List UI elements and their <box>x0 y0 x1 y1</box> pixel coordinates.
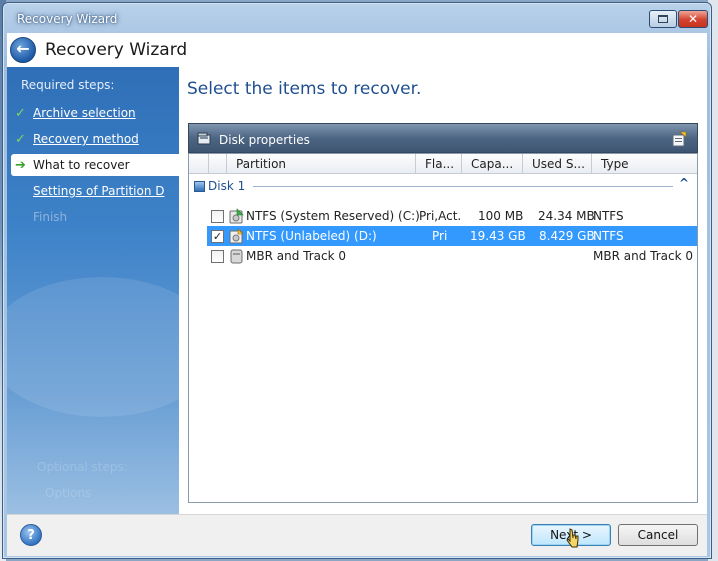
recovery-wizard-window: Recovery Wizard ✕ ← Recovery Wizard Requ… <box>2 2 712 559</box>
cell-type: NTFS <box>593 229 624 243</box>
window-title: Recovery Wizard <box>17 12 118 26</box>
mouse-cursor-icon <box>566 528 579 548</box>
disk-track-icon <box>230 249 243 264</box>
row-checkbox[interactable] <box>211 250 224 263</box>
partition-row[interactable]: MBR and Track 0 MBR and Track 0 <box>207 246 697 266</box>
column-type[interactable]: Type <box>592 154 697 174</box>
collapse-chevron-icon[interactable]: ^ <box>679 176 689 190</box>
required-steps-label: Required steps: <box>21 78 115 92</box>
wizard-header: ← Recovery Wizard <box>7 33 707 67</box>
column-used-space[interactable]: Used S... <box>523 154 592 174</box>
green-check-icon: ✓ <box>15 132 26 147</box>
cancel-button-label: Cancel <box>637 528 679 542</box>
step-finish: Finish <box>7 206 179 228</box>
cell-capacity: 19.43 GB <box>470 229 526 243</box>
options-label: Options <box>45 486 92 500</box>
cell-flags: Pri,Act. <box>419 209 462 223</box>
cell-used-space: 24.34 MB <box>538 209 595 223</box>
row-checkbox[interactable] <box>211 210 224 223</box>
partition-row-selected[interactable]: ✓ NTFS (Unlabeled) (D:) Pri 19.43 GB 8.4… <box>207 226 697 246</box>
cell-type: NTFS <box>593 209 624 223</box>
back-arrow-icon: ← <box>16 39 30 58</box>
green-check-icon: ✓ <box>15 106 26 121</box>
cell-partition: NTFS (Unlabeled) (D:) <box>246 229 377 243</box>
cell-used-space: 8.429 GB <box>539 229 595 243</box>
column-check <box>189 154 209 174</box>
steps-sidebar: Required steps: ✓ Archive selection ✓ Re… <box>7 67 179 514</box>
optional-steps-label: Optional steps: <box>37 460 128 474</box>
properties-tool-icon[interactable] <box>671 131 687 147</box>
partition-icon <box>229 228 244 244</box>
cell-type: MBR and Track 0 <box>593 249 693 263</box>
arrow-right-icon: ➔ <box>15 158 26 173</box>
wizard-title: Recovery Wizard <box>45 40 188 60</box>
column-flags[interactable]: Fla... <box>416 154 462 174</box>
page-prompt: Select the items to recover. <box>187 79 422 99</box>
cancel-button[interactable]: Cancel <box>618 524 698 546</box>
disk-group-header[interactable]: Disk 1 ^ <box>193 176 693 194</box>
sidebar-decoration <box>7 277 179 417</box>
disk-properties-bar[interactable]: Disk properties <box>188 123 698 153</box>
restore-button[interactable] <box>649 10 677 28</box>
disk-group-icon <box>194 181 205 192</box>
partition-grid: Partition Fla... Capa... Used S... Type … <box>188 153 698 503</box>
step-label: What to recover <box>33 158 130 172</box>
back-button[interactable]: ← <box>10 37 36 63</box>
column-partition[interactable]: Partition <box>227 154 416 174</box>
step-settings-partition-d[interactable]: Settings of Partition D <box>7 180 179 202</box>
close-button[interactable]: ✕ <box>678 10 708 28</box>
cell-partition: NTFS (System Reserved) (C:) <box>246 209 420 223</box>
wizard-footer: ? Next > Cancel <box>7 514 707 556</box>
restore-icon <box>658 15 668 23</box>
disk-properties-label: Disk properties <box>219 133 310 147</box>
step-recovery-method[interactable]: ✓ Recovery method <box>7 128 179 150</box>
disk-icon <box>197 132 211 145</box>
help-icon[interactable]: ? <box>20 524 42 546</box>
disk-group-divider <box>253 186 673 187</box>
step-label: Finish <box>33 210 68 224</box>
step-label: Archive selection <box>33 106 136 120</box>
disk-group-label: Disk 1 <box>208 179 246 193</box>
close-icon: ✕ <box>687 12 699 26</box>
cell-capacity: 100 MB <box>478 209 524 223</box>
column-icon <box>209 154 227 174</box>
step-label: Settings of Partition D <box>33 184 165 198</box>
partition-row[interactable]: NTFS (System Reserved) (C:) Pri,Act. 100… <box>207 206 697 226</box>
step-archive-selection[interactable]: ✓ Archive selection <box>7 102 179 124</box>
column-capacity[interactable]: Capa... <box>462 154 523 174</box>
step-what-to-recover[interactable]: ➔ What to recover <box>11 154 179 176</box>
cell-partition: MBR and Track 0 <box>246 249 346 263</box>
partition-icon <box>229 208 244 224</box>
main-panel: Select the items to recover. Disk proper… <box>179 67 707 514</box>
step-label: Recovery method <box>33 132 139 146</box>
title-bar[interactable]: Recovery Wizard ✕ <box>3 3 711 33</box>
cell-flags: Pri <box>432 229 448 243</box>
row-checkbox-checked[interactable]: ✓ <box>211 230 224 243</box>
grid-header: Partition Fla... Capa... Used S... Type <box>189 154 697 174</box>
